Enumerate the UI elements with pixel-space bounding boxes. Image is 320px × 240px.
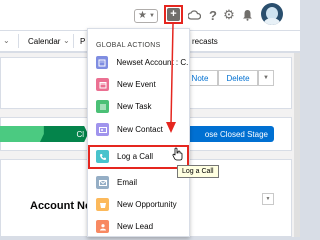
- favorites-button[interactable]: ★ ▼: [134, 9, 158, 23]
- help-button[interactable]: ?: [206, 7, 220, 23]
- scroll-bar[interactable]: [294, 53, 300, 237]
- bell-icon: [242, 10, 252, 21]
- event-icon: [96, 78, 109, 91]
- delete-button[interactable]: Delete: [218, 70, 258, 86]
- call-icon: [96, 150, 109, 163]
- nav-item-calendar[interactable]: Calendar: [28, 37, 60, 46]
- gear-icon: ⚙: [223, 7, 235, 22]
- nav-item-partial[interactable]: P: [80, 37, 85, 46]
- menu-item-new-lead[interactable]: New Lead: [88, 216, 189, 237]
- notifications-button[interactable]: [240, 7, 254, 23]
- menu-item-label: New Contact: [117, 125, 163, 134]
- menu-item-new-opportunity[interactable]: New Opportunity: [88, 194, 189, 215]
- chevron-down-icon: ▼: [148, 13, 155, 19]
- path-stage-current[interactable]: Cl: [40, 126, 88, 142]
- hand-cursor-icon: [172, 147, 183, 161]
- global-actions-title: GLOBAL ACTIONS: [96, 42, 161, 49]
- menu-item-label: Email: [117, 178, 138, 187]
- question-icon: ?: [209, 7, 217, 23]
- tooltip: Log a Call: [177, 165, 219, 178]
- nav-chevron-icon[interactable]: ⌄: [63, 36, 70, 45]
- lead-icon: [96, 220, 109, 233]
- path-stage-label: Cl: [76, 129, 84, 139]
- mark-stage-label: ose Closed Stage: [204, 129, 268, 139]
- trailhead-button[interactable]: [187, 8, 201, 22]
- annotation-arrow: [166, 23, 176, 133]
- avatar[interactable]: [261, 3, 283, 25]
- more-actions-button[interactable]: ▼: [258, 70, 274, 86]
- nav-chevron-icon[interactable]: ⌄: [3, 36, 10, 45]
- cloud-icon: [187, 9, 201, 20]
- menu-item-label: New Task: [117, 102, 152, 111]
- tooltip-text: Log a Call: [182, 168, 214, 175]
- menu-item-label: New Opportunity: [117, 200, 177, 209]
- opportunity-icon: [96, 198, 109, 211]
- mark-stage-button[interactable]: ose Closed Stage: [182, 126, 274, 142]
- menu-item-label: New Lead: [117, 222, 154, 231]
- menu-item-label: Log a Call: [117, 152, 154, 161]
- chevron-down-icon: ▼: [263, 75, 269, 81]
- plus-icon: +: [170, 8, 177, 20]
- task-icon: [96, 100, 109, 113]
- notes-menu-button[interactable]: ▼: [262, 193, 274, 205]
- menu-item-label: New Event: [117, 80, 156, 89]
- contact-icon: [96, 123, 109, 136]
- account-icon: [96, 56, 109, 69]
- star-icon: ★: [138, 10, 147, 21]
- nav-item-forecasts[interactable]: recasts: [192, 37, 218, 46]
- setup-button[interactable]: ⚙: [222, 7, 236, 23]
- email-icon: [96, 176, 109, 189]
- menu-item-email[interactable]: Email: [88, 172, 189, 193]
- chevron-down-icon: ▼: [265, 196, 271, 202]
- global-header: ★ ▼ + ? ⚙: [0, 0, 300, 31]
